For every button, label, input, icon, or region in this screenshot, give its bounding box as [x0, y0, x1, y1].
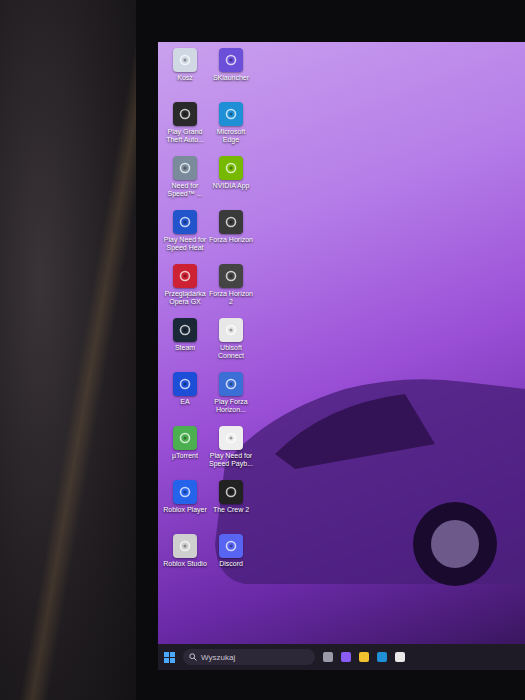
desktop-icon[interactable]: Roblox Player [162, 480, 208, 534]
app-tile [173, 264, 197, 288]
icon-label: Steam [163, 344, 207, 352]
desktop-icon[interactable]: NVIDIA App [208, 156, 254, 210]
app-icon [224, 377, 238, 391]
desktop-icon[interactable]: Play Need for Speed Payb... [208, 426, 254, 480]
app-tile [219, 372, 243, 396]
app-icon [178, 539, 192, 553]
task-view-icon[interactable] [323, 652, 333, 662]
desktop-icon[interactable]: EA [162, 372, 208, 426]
desktop-icon[interactable]: Przeglądarka Opera GX [162, 264, 208, 318]
car-wallpaper-icon [205, 294, 525, 614]
icon-label: EA [163, 398, 207, 406]
desktop-icons: KoszSKlauncher Play Grand Theft Auto...Mi… [162, 48, 525, 588]
desktop-icon[interactable]: Play Forza Horizon... [208, 372, 254, 426]
icon-label: NVIDIA App [209, 182, 253, 190]
desktop-icon[interactable]: µTorrent [162, 426, 208, 480]
app-icon [178, 377, 192, 391]
app-tile [173, 210, 197, 234]
app-icon [224, 539, 238, 553]
windows-start-icon[interactable] [164, 652, 175, 663]
app-icon [178, 53, 192, 67]
app-icon [224, 215, 238, 229]
icon-label: Microsoft Edge [209, 128, 253, 144]
app-icon [178, 161, 192, 175]
app-tile [173, 156, 197, 180]
app-icon [224, 431, 238, 445]
desktop-icon[interactable]: Forza Horizon 2 [208, 264, 254, 318]
app-tile [219, 318, 243, 342]
app-tile [173, 480, 197, 504]
app-icon [178, 431, 192, 445]
app-tile [219, 480, 243, 504]
icon-label: Przeglądarka Opera GX [163, 290, 207, 306]
store-icon[interactable] [395, 652, 405, 662]
desktop-icon[interactable]: Need for Speed™ ... [162, 156, 208, 210]
icon-label: SKlauncher [209, 74, 253, 82]
icon-label: Play Need for Speed Payb... [209, 452, 253, 468]
icon-label: µTorrent [163, 452, 207, 460]
app-icon [224, 107, 238, 121]
desktop-icon[interactable]: Ubisoft Connect [208, 318, 254, 372]
app-tile [219, 426, 243, 450]
desktop-icon[interactable]: Play Grand Theft Auto... [162, 102, 208, 156]
app-tile [219, 102, 243, 126]
app-icon [178, 215, 192, 229]
icon-label: Forza Horizon 2 [209, 290, 253, 306]
app-tile [173, 318, 197, 342]
app-icon [178, 107, 192, 121]
desktop-icon[interactable]: Play Need for Speed Heat [162, 210, 208, 264]
app-icon [224, 161, 238, 175]
icon-label: Play Grand Theft Auto... [163, 128, 207, 144]
photo: KoszSKlauncher Play Grand Theft Auto...Mi… [0, 0, 525, 700]
app-tile [219, 210, 243, 234]
icon-label: Roblox Studio [163, 560, 207, 568]
app-tile [173, 534, 197, 558]
icon-label: Discord [209, 560, 253, 568]
search-box[interactable]: Wyszukaj [183, 649, 315, 665]
icon-label: Forza Horizon [209, 236, 253, 244]
icon-label: Play Need for Speed Heat [163, 236, 207, 252]
app-tile [173, 426, 197, 450]
app-icon [224, 485, 238, 499]
app-icon [224, 53, 238, 67]
desktop-icon[interactable]: Microsoft Edge [208, 102, 254, 156]
taskbar-apps [323, 652, 405, 662]
desktop-icon[interactable]: Steam [162, 318, 208, 372]
monitor: KoszSKlauncher Play Grand Theft Auto...Mi… [136, 0, 525, 700]
desktop-icon[interactable]: SKlauncher [208, 48, 254, 102]
icon-label: Ubisoft Connect [209, 344, 253, 360]
room-background [0, 0, 136, 700]
taskbar: Wyszukaj [158, 644, 525, 670]
icon-label: Play Forza Horizon... [209, 398, 253, 414]
edge-icon[interactable] [377, 652, 387, 662]
search-icon [189, 653, 197, 661]
app-icon [224, 269, 238, 283]
icon-label: Roblox Player [163, 506, 207, 514]
search-placeholder: Wyszukaj [201, 653, 235, 662]
desktop-icon[interactable]: Kosz [162, 48, 208, 102]
app-tile [219, 534, 243, 558]
app-tile [219, 156, 243, 180]
desktop-icon[interactable]: Forza Horizon [208, 210, 254, 264]
app-tile [219, 48, 243, 72]
widgets-icon[interactable] [341, 652, 351, 662]
app-icon [178, 323, 192, 337]
app-tile [219, 264, 243, 288]
icon-label: The Crew 2 [209, 506, 253, 514]
app-tile [173, 102, 197, 126]
desktop-icon[interactable]: Roblox Studio [162, 534, 208, 588]
app-tile [173, 48, 197, 72]
icon-label: Need for Speed™ ... [163, 182, 207, 198]
desktop: KoszSKlauncher Play Grand Theft Auto...Mi… [158, 42, 525, 644]
desktop-icon[interactable]: The Crew 2 [208, 480, 254, 534]
explorer-icon[interactable] [359, 652, 369, 662]
app-icon [224, 323, 238, 337]
screen: KoszSKlauncher Play Grand Theft Auto...Mi… [158, 42, 525, 670]
app-icon [178, 485, 192, 499]
app-tile [173, 372, 197, 396]
app-icon [178, 269, 192, 283]
icon-label: Kosz [163, 74, 207, 82]
desktop-icon[interactable]: Discord [208, 534, 254, 588]
